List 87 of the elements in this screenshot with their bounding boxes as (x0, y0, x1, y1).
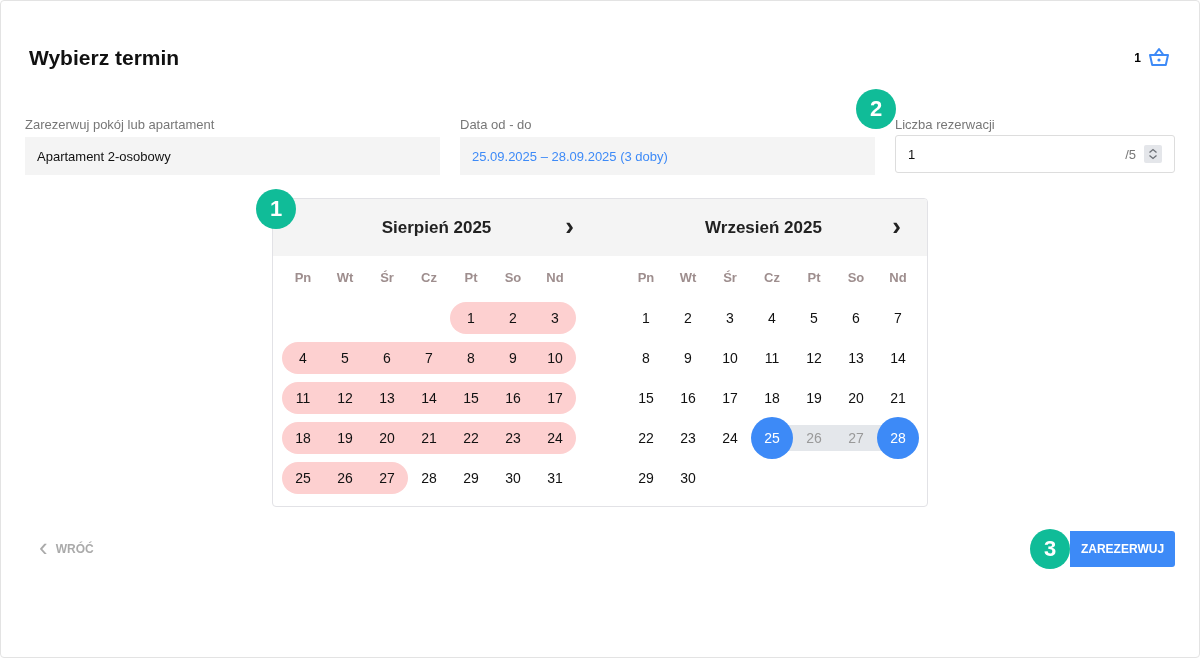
calendar-day[interactable]: 21 (408, 422, 450, 454)
weekday-label: Cz (763, 268, 781, 287)
calendar-day[interactable]: 5 (793, 302, 835, 334)
calendar-day[interactable]: 25 (282, 462, 324, 494)
cart-button[interactable]: 1 (1134, 46, 1171, 70)
calendar-day[interactable]: 22 (625, 422, 667, 454)
calendar-day[interactable]: 23 (667, 422, 709, 454)
calendar-day[interactable]: 10 (709, 342, 751, 374)
calendar-day[interactable]: 7 (877, 302, 919, 334)
calendar-day[interactable]: 14 (408, 382, 450, 414)
calendar-day[interactable]: 16 (667, 382, 709, 414)
month-title: Sierpień 2025 (381, 217, 492, 238)
calendar-day[interactable]: 2 (492, 302, 534, 334)
calendar-day[interactable]: 18 (282, 422, 324, 454)
step-badge: 3 (1030, 529, 1070, 569)
calendar-day[interactable]: 14 (877, 342, 919, 374)
calendar-day[interactable]: 18 (751, 382, 793, 414)
calendar-day[interactable]: 12 (793, 342, 835, 374)
calendar-day[interactable]: 1 (625, 302, 667, 334)
calendar-day[interactable]: 11 (282, 382, 324, 414)
calendar-day[interactable]: 22 (450, 422, 492, 454)
calendar-day[interactable]: 9 (667, 342, 709, 374)
field-label: Zarezerwuj pokój lub apartament (25, 117, 216, 132)
weekday-label: So (846, 268, 866, 287)
calendar-day[interactable]: 15 (625, 382, 667, 414)
next-month-button[interactable]: › (559, 213, 580, 239)
step-badge: 1 (256, 189, 296, 229)
weekday-label: Wt (678, 268, 698, 287)
calendar-day[interactable]: 19 (324, 422, 366, 454)
calendar-day[interactable]: 9 (492, 342, 534, 374)
calendar-day[interactable]: 10 (534, 342, 576, 374)
calendar-day[interactable]: 11 (751, 342, 793, 374)
calendar-day[interactable]: 15 (450, 382, 492, 414)
number-field[interactable]: 1 /5 (895, 135, 1175, 173)
calendar-day[interactable]: 17 (534, 382, 576, 414)
month-title: Wrzesień 2025 (705, 217, 822, 238)
field-label: Data od - do (460, 117, 533, 132)
max-count: /5 (1125, 146, 1136, 162)
weekday-label: So (503, 268, 523, 287)
calendar-day[interactable]: 13 (366, 382, 408, 414)
calendar-day[interactable]: 29 (450, 462, 492, 494)
calendar-day[interactable]: 2 (667, 302, 709, 334)
calendar-day[interactable]: 23 (492, 422, 534, 454)
calendar-day[interactable]: 1 (450, 302, 492, 334)
weekday-label: Śr (722, 268, 738, 287)
weekday-label: Śr (379, 268, 395, 287)
calendar-day[interactable]: 5 (324, 342, 366, 374)
calendar-day[interactable]: 4 (282, 342, 324, 374)
calendar-day[interactable]: 19 (793, 382, 835, 414)
calendar-day[interactable]: 4 (751, 302, 793, 334)
step-badge: 2 (856, 89, 896, 129)
weekday-label: Cz (420, 268, 438, 287)
weekday-label: Nd (888, 268, 908, 287)
weekday-label: Nd (545, 268, 565, 287)
calendar-day[interactable]: 24 (709, 422, 751, 454)
calendar-day[interactable]: 21 (877, 382, 919, 414)
calendar-day[interactable]: 7 (408, 342, 450, 374)
calendar-day[interactable]: 16 (492, 382, 534, 414)
weekday-label: Pt (463, 268, 479, 287)
calendar-day[interactable]: 27 (366, 462, 408, 494)
weekday-label: Pt (806, 268, 822, 287)
calendar-day[interactable]: 3 (534, 302, 576, 334)
calendar-day[interactable]: 20 (835, 382, 877, 414)
calendar-day[interactable]: 6 (835, 302, 877, 334)
calendar-day[interactable]: 8 (625, 342, 667, 374)
calendar-day[interactable]: 3 (709, 302, 751, 334)
next-month-button[interactable]: › (886, 213, 907, 239)
calendar-day[interactable]: 12 (324, 382, 366, 414)
calendar-day[interactable]: 13 (835, 342, 877, 374)
weekday-label: Pn (293, 268, 313, 287)
spinner-icon[interactable] (1144, 145, 1162, 163)
calendar-day[interactable]: 28 (408, 462, 450, 494)
calendar-day[interactable]: 24 (534, 422, 576, 454)
weekday-label: Wt (335, 268, 355, 287)
weekday-label: Pn (636, 268, 656, 287)
calendar-day[interactable]: 17 (709, 382, 751, 414)
calendar-day[interactable]: 20 (366, 422, 408, 454)
page-title: Wybierz termin (29, 46, 180, 70)
calendar-day[interactable]: 30 (667, 462, 709, 494)
calendar-day[interactable]: 29 (625, 462, 667, 494)
select-field[interactable]: Apartament 2-osobowy (25, 137, 440, 175)
calendar-day[interactable]: 31 (534, 462, 576, 494)
calendar-day[interactable]: 6 (366, 342, 408, 374)
field-label: Liczba rezerwacji (895, 117, 996, 132)
calendar-day[interactable]: 26 (324, 462, 366, 494)
calendar-day[interactable]: 30 (492, 462, 534, 494)
calendar-day[interactable]: 8 (450, 342, 492, 374)
